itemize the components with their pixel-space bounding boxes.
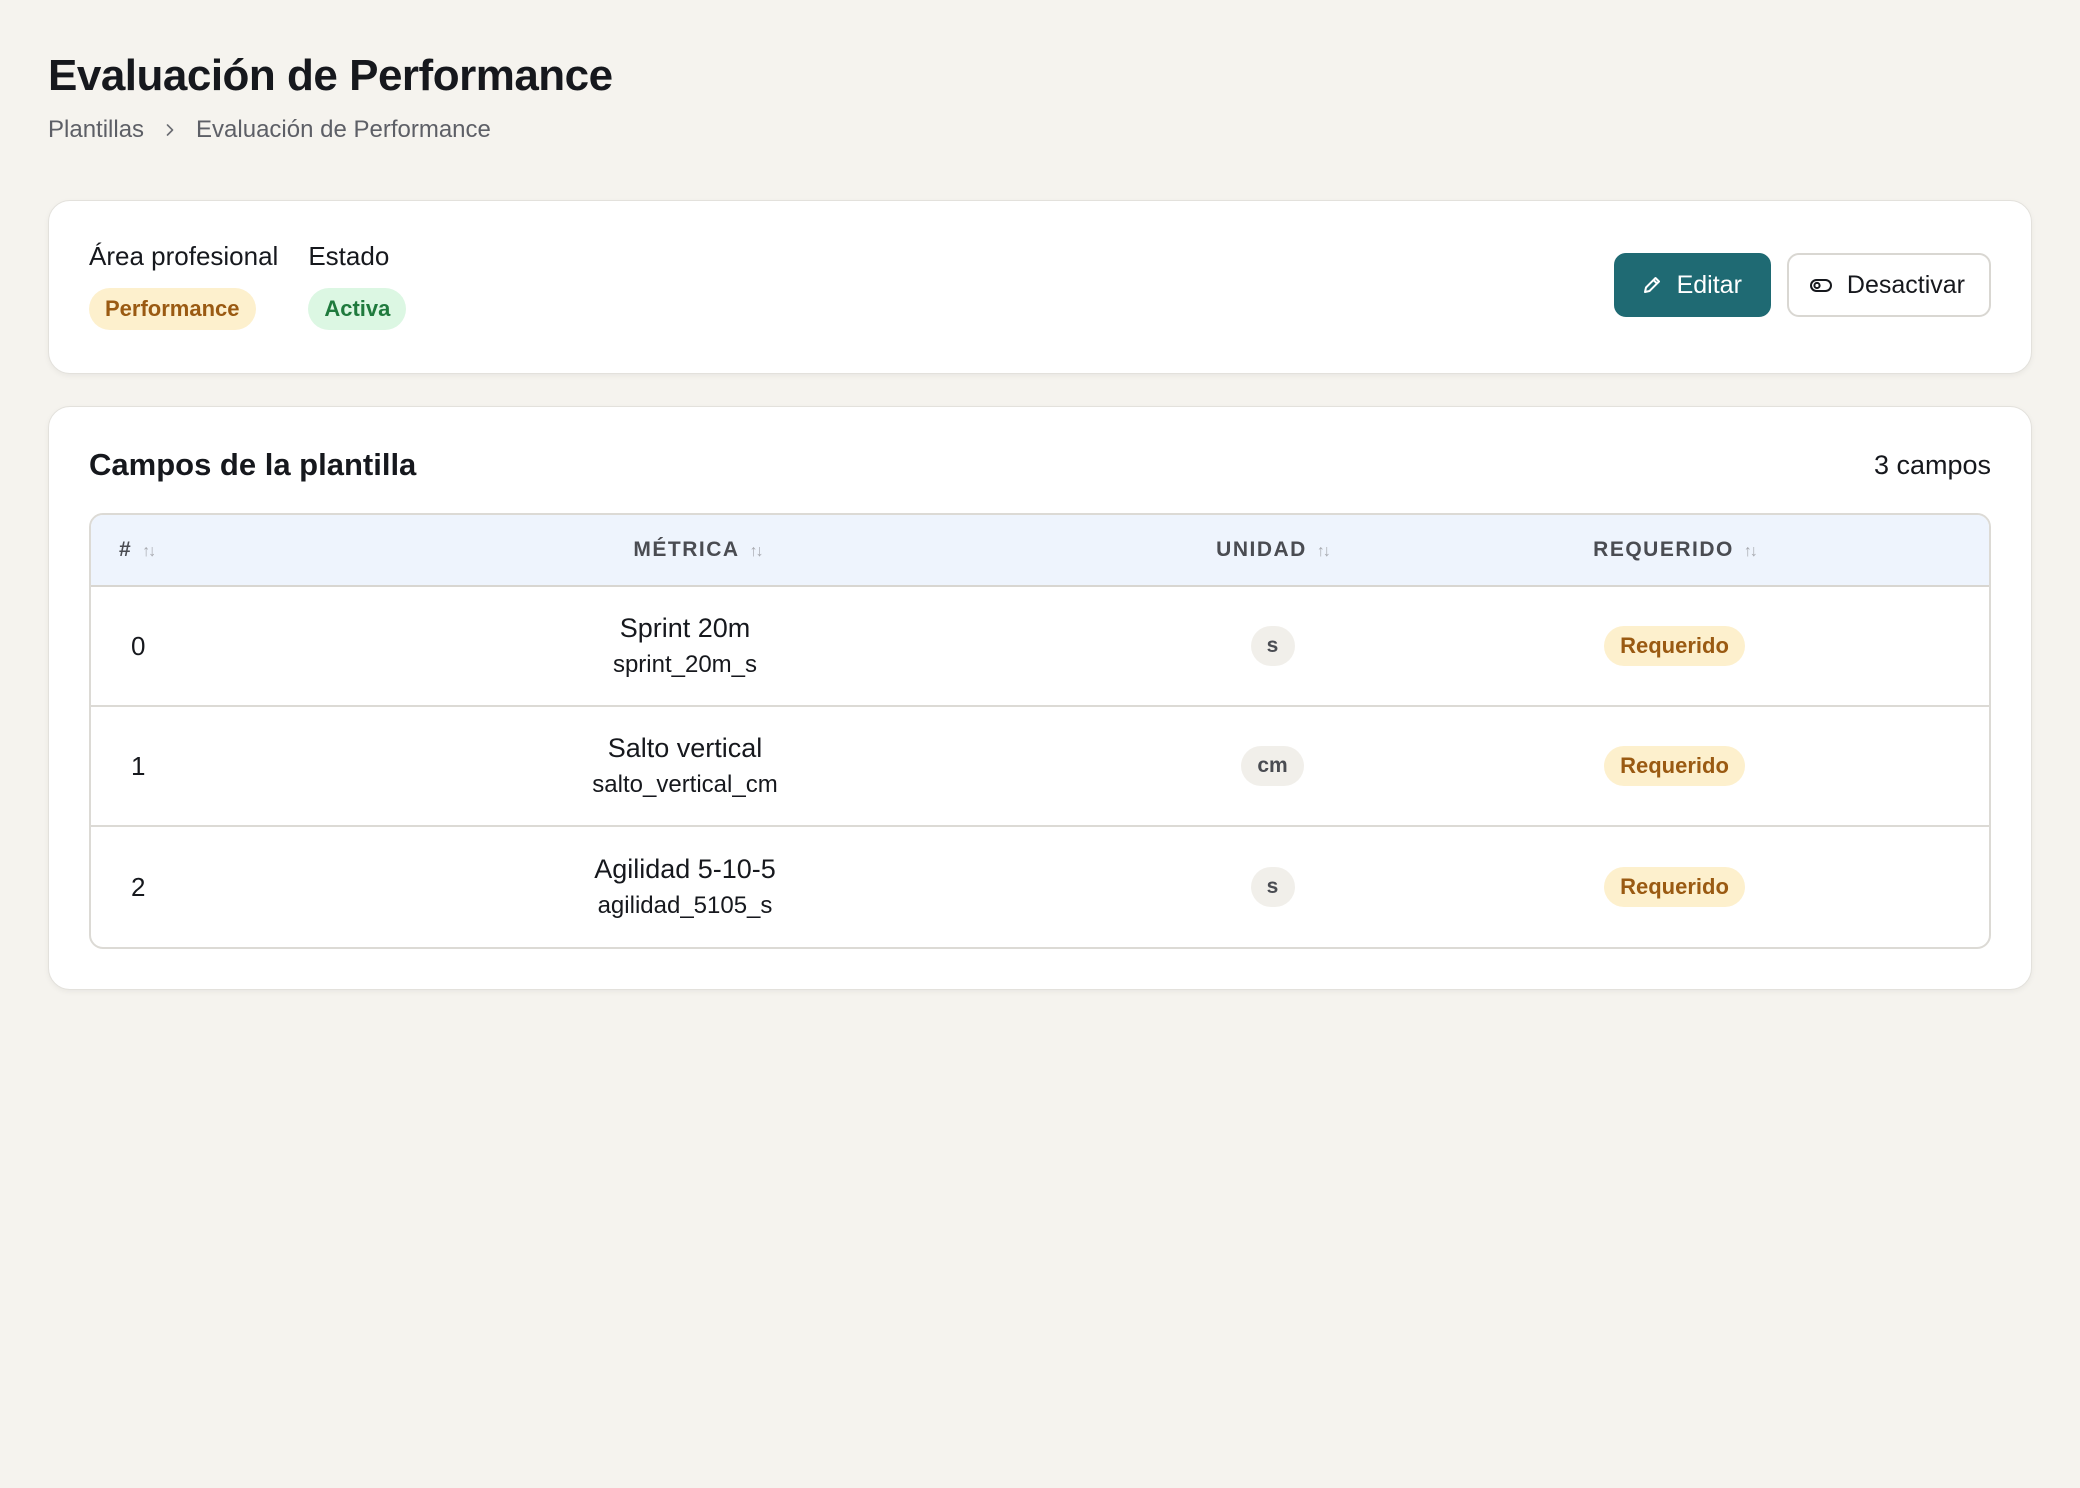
column-header-metric-label: MÉTRICA: [633, 538, 740, 561]
metric-cell: Salto vertical salto_vertical_cm: [185, 731, 1185, 801]
table-header: # ↑↓ MÉTRICA ↑↓ UNIDAD ↑↓ REQUERIDO ↑↓: [91, 515, 1989, 587]
column-header-unit-label: UNIDAD: [1216, 538, 1307, 561]
sort-icon: ↑↓: [749, 543, 764, 560]
breadcrumb: Plantillas Evaluación de Performance: [48, 114, 2032, 146]
metric-name: Agilidad 5-10-5: [594, 854, 776, 884]
edit-button-label: Editar: [1676, 270, 1742, 299]
column-header-required-label: REQUERIDO: [1593, 538, 1734, 561]
row-num: 0: [131, 630, 146, 661]
state-label: Estado: [308, 241, 390, 271]
metric-cell: Agilidad 5-10-5 agilidad_5105_s: [185, 852, 1185, 922]
required-badge: Requerido: [1604, 626, 1745, 666]
area-group: Área profesional Performance: [89, 240, 278, 330]
row-num: 2: [131, 871, 146, 902]
metric-key: salto_vertical_cm: [592, 771, 778, 798]
unit-chip: cm: [1241, 746, 1304, 786]
template-meta: Área profesional Performance Estado Acti…: [89, 240, 407, 330]
page: Evaluación de Performance Plantillas Eva…: [0, 0, 2080, 990]
fields-count: 3 campos: [1873, 449, 1991, 480]
unit-chip: s: [1250, 626, 1295, 666]
template-fields-card: Campos de la plantilla 3 campos # ↑↓ MÉT…: [48, 406, 2032, 990]
fields-title: Campos de la plantilla: [89, 447, 417, 482]
state-badge: Activa: [308, 288, 407, 330]
column-header-required[interactable]: REQUERIDO ↑↓: [1360, 538, 1989, 562]
state-group: Estado Activa: [308, 240, 407, 330]
sort-icon: ↑↓: [142, 543, 156, 560]
required-cell: Requerido: [1360, 867, 1989, 907]
metric-key: agilidad_5105_s: [597, 892, 773, 919]
fields-header: Campos de la plantilla 3 campos: [89, 447, 1991, 483]
edit-button[interactable]: Editar: [1613, 253, 1771, 317]
metric-name: Salto vertical: [607, 733, 763, 763]
actions: Editar Desactivar: [1613, 253, 1991, 317]
fields-table: # ↑↓ MÉTRICA ↑↓ UNIDAD ↑↓ REQUERIDO ↑↓ 0: [89, 513, 1991, 949]
column-header-unit[interactable]: UNIDAD ↑↓: [1185, 538, 1360, 562]
deactivate-button[interactable]: Desactivar: [1786, 253, 1991, 317]
table-row[interactable]: 0 Sprint 20m sprint_20m_s s Requerido: [91, 587, 1989, 707]
area-badge: Performance: [89, 288, 256, 330]
required-badge: Requerido: [1604, 867, 1745, 907]
chevron-right-icon: [156, 114, 184, 146]
toggle-icon: [1809, 274, 1833, 296]
unit-chip: s: [1250, 867, 1295, 907]
metric-key: sprint_20m_s: [612, 651, 758, 678]
required-cell: Requerido: [1360, 746, 1989, 786]
row-num: 1: [131, 750, 146, 781]
column-header-num[interactable]: # ↑↓: [91, 538, 185, 562]
template-summary-card: Área profesional Performance Estado Acti…: [48, 200, 2032, 374]
column-header-num-label: #: [119, 538, 133, 561]
required-cell: Requerido: [1360, 626, 1989, 666]
metric-name: Sprint 20m: [619, 613, 751, 643]
pencil-icon: [1641, 274, 1663, 296]
breadcrumb-item-plantillas[interactable]: Plantillas: [48, 116, 144, 144]
unit-cell: cm: [1185, 746, 1360, 786]
area-label: Área profesional: [89, 241, 279, 271]
required-badge: Requerido: [1604, 746, 1745, 786]
table-row[interactable]: 1 Salto vertical salto_vertical_cm cm Re…: [91, 707, 1989, 827]
column-header-metric[interactable]: MÉTRICA ↑↓: [185, 538, 1185, 562]
page-title: Evaluación de Performance: [48, 51, 613, 100]
table-row[interactable]: 2 Agilidad 5-10-5 agilidad_5105_s s Requ…: [91, 827, 1989, 947]
unit-cell: s: [1185, 867, 1360, 907]
sort-icon: ↑↓: [1743, 543, 1758, 560]
sort-icon: ↑↓: [1316, 543, 1331, 560]
unit-cell: s: [1185, 626, 1360, 666]
deactivate-button-label: Desactivar: [1846, 270, 1965, 299]
metric-cell: Sprint 20m sprint_20m_s: [185, 611, 1185, 681]
breadcrumb-item-current: Evaluación de Performance: [196, 116, 491, 143]
